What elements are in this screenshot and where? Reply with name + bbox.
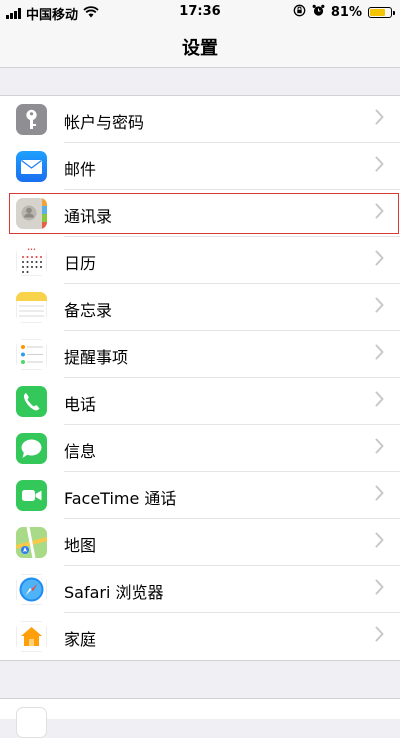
battery-icon <box>368 7 395 18</box>
chevron-right-icon <box>375 296 384 316</box>
settings-row[interactable]: 家庭 <box>0 613 400 660</box>
settings-list: 帐户与密码邮件通讯录 ••• 日历备忘录提醒事项电话信息 FaceTime 通话 地图 S… <box>0 95 400 661</box>
chevron-right-icon <box>375 343 384 363</box>
settings-row[interactable]: 提醒事项 <box>0 331 400 378</box>
phone-icon <box>16 386 47 417</box>
chevron-right-icon <box>375 249 384 269</box>
settings-row-label: 电话 <box>64 395 97 414</box>
messages-icon <box>16 433 47 464</box>
svg-text:•••: ••• <box>27 247 36 253</box>
settings-row[interactable]: 电话 <box>0 378 400 425</box>
safari-icon <box>16 574 47 605</box>
mail-icon <box>16 151 47 182</box>
chevron-right-icon <box>375 390 384 410</box>
settings-row-label: 备忘录 <box>64 301 113 320</box>
chevron-right-icon <box>375 625 384 645</box>
battery-percent: 81% <box>330 5 362 20</box>
settings-row[interactable]: 地图 <box>0 519 400 566</box>
settings-row[interactable]: 备忘录 <box>0 284 400 331</box>
settings-row[interactable]: 帐户与密码 <box>0 96 400 143</box>
chevron-right-icon <box>375 155 384 175</box>
settings-row-label: 帐户与密码 <box>64 113 145 132</box>
status-right: 81% <box>293 4 395 21</box>
maps-icon <box>16 527 47 558</box>
battery-level <box>370 9 385 16</box>
settings-row-label: 信息 <box>64 442 97 461</box>
orientation-lock-icon <box>293 4 306 21</box>
settings-row-label: 提醒事项 <box>64 348 129 367</box>
status-bar: 中国移动 17:36 81% <box>0 0 400 24</box>
settings-row-label: 地图 <box>64 536 97 555</box>
settings-row-label: 邮件 <box>64 160 97 179</box>
alarm-icon <box>312 4 325 21</box>
notes-icon <box>16 292 47 323</box>
chevron-right-icon <box>375 578 384 598</box>
settings-row-label: Safari 浏览器 <box>64 583 164 602</box>
nav-bar: 设置 <box>0 24 400 68</box>
contacts-icon <box>16 198 47 229</box>
music-icon <box>16 707 47 738</box>
settings-list-next <box>0 698 400 738</box>
chevron-right-icon <box>375 202 384 222</box>
home-icon <box>16 621 47 652</box>
chevron-right-icon <box>375 437 384 457</box>
chevron-right-icon <box>375 108 384 128</box>
settings-row-label: 通讯录 <box>64 207 113 226</box>
chevron-right-icon <box>375 484 384 504</box>
settings-row-label: 家庭 <box>64 630 97 649</box>
settings-row[interactable]: 通讯录 <box>0 190 400 237</box>
settings-row[interactable]: 邮件 <box>0 143 400 190</box>
reminders-icon <box>16 339 47 370</box>
page-title: 设置 <box>182 38 218 59</box>
settings-row-label: 日历 <box>64 254 97 273</box>
settings-row[interactable]: 信息 <box>0 425 400 472</box>
calendar-icon: ••• <box>16 245 47 276</box>
settings-row[interactable]: Safari 浏览器 <box>0 566 400 613</box>
settings-row[interactable]: FaceTime 通话 <box>0 472 400 519</box>
chevron-right-icon <box>375 531 384 551</box>
key-icon <box>16 104 47 135</box>
facetime-icon <box>16 480 47 511</box>
settings-row[interactable]: ••• 日历 <box>0 237 400 284</box>
settings-row-label: FaceTime 通话 <box>64 489 177 508</box>
